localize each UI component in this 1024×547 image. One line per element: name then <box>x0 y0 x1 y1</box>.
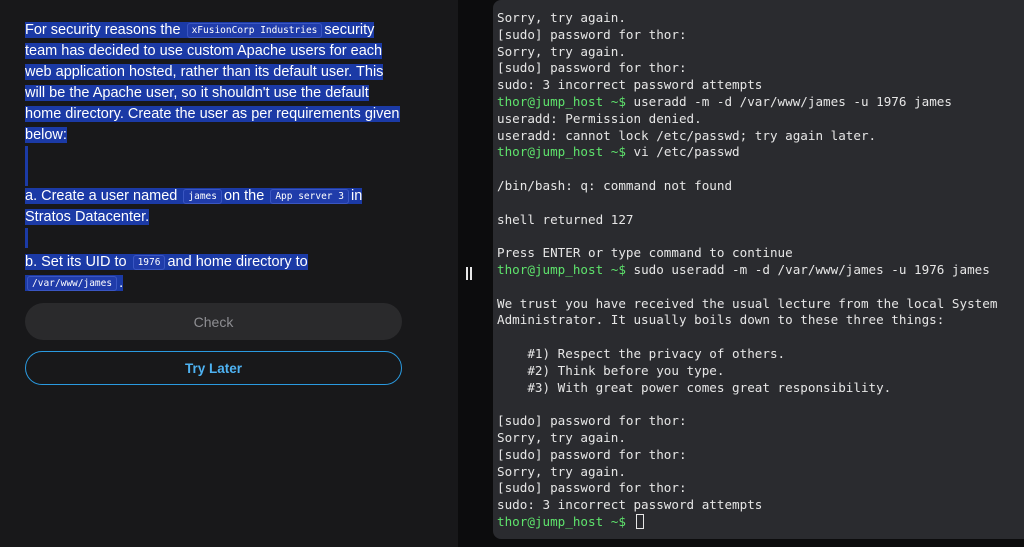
terminal-panel: Sorry, try again. [sudo] password for tho… <box>480 0 1024 547</box>
terminal-cursor <box>635 513 644 529</box>
req-a-text-2: on the <box>223 188 269 204</box>
terminal-line: #2) Think before you type. <box>497 362 725 378</box>
terminal-line: Sorry, try again. <box>497 43 626 59</box>
terminal-command-line: thor@jump_host ~$ vi /etc/passwd <box>497 144 1024 161</box>
terminal-line: useradd: cannot lock /etc/passwd; try ag… <box>497 127 877 143</box>
terminal-command-line: thor@jump_host ~$ sudo useradd -m -d /va… <box>497 262 1024 279</box>
grip-icon <box>466 267 472 280</box>
selection-gap <box>25 228 28 248</box>
terminal-line: Sorry, try again. <box>497 10 626 25</box>
terminal-command-line: thor@jump_host ~$ useradd -m -d /var/www… <box>497 94 1024 111</box>
server-code: App server 3 <box>270 189 349 204</box>
terminal-line: shell returned 127 <box>497 211 634 227</box>
terminal-line: sudo: 3 incorrect password attempts <box>497 77 763 93</box>
terminal-line: [sudo] password for thor: <box>497 446 687 462</box>
req-b-text-3: . <box>119 275 124 291</box>
home-dir-code: /var/www/james <box>27 276 118 291</box>
selection-gap <box>25 146 28 186</box>
intro-text-after: security team has decided to use custom … <box>25 22 400 143</box>
panel-resize-handle[interactable] <box>458 0 480 547</box>
task-panel: For security reasons the xFusionCorp Ind… <box>0 0 458 547</box>
terminal-line: We trust you have received the usual lec… <box>497 295 998 311</box>
requirement-a: a. Create a user named james on the App s… <box>25 186 405 228</box>
terminal-line: Administrator. It usually boils down to … <box>497 312 945 328</box>
terminal-line: sudo: 3 incorrect password attempts <box>497 497 763 513</box>
requirement-b: b. Set its UID to 1976 and home directory… <box>25 252 405 294</box>
req-b-text-1: b. Set its UID to <box>25 254 131 270</box>
terminal-line: [sudo] password for thor: <box>497 26 687 42</box>
terminal-prompt: thor@jump_host ~$ <box>497 261 626 277</box>
terminal-line: /bin/bash: q: command not found <box>497 177 733 193</box>
check-button[interactable]: Check <box>25 303 402 340</box>
terminal-prompt: thor@jump_host ~$ <box>497 513 626 529</box>
terminal-command: useradd -m -d /var/www/james -u 1976 jam… <box>625 93 952 109</box>
terminal-prompt: thor@jump_host ~$ <box>497 93 626 109</box>
task-description: For security reasons the xFusionCorp Ind… <box>25 20 405 294</box>
terminal-line: #3) With great power comes great respons… <box>497 379 892 395</box>
terminal-line: #1) Respect the privacy of others. <box>497 345 786 361</box>
terminal-command <box>626 514 634 529</box>
terminal-line: [sudo] password for thor: <box>497 413 687 429</box>
terminal-line: [sudo] password for thor: <box>497 60 687 76</box>
req-a-text-1: a. Create a user named <box>25 188 182 204</box>
terminal-command: sudo useradd -m -d /var/www/james -u 197… <box>625 261 990 277</box>
username-code: james <box>183 189 222 204</box>
terminal-line: [sudo] password for thor: <box>497 480 687 496</box>
try-later-button[interactable]: Try Later <box>25 351 402 385</box>
req-b-text-2: and home directory to <box>167 254 308 270</box>
terminal-command-line: thor@jump_host ~$ <box>497 513 1024 531</box>
terminal-line: Sorry, try again. <box>497 463 626 479</box>
company-code: xFusionCorp Industries <box>186 23 323 38</box>
terminal-output[interactable]: Sorry, try again. [sudo] password for tho… <box>493 0 1024 539</box>
terminal-line: Sorry, try again. <box>497 429 626 445</box>
terminal-prompt: thor@jump_host ~$ <box>497 144 626 160</box>
terminal-line: Press ENTER or type command to continue <box>497 245 793 261</box>
uid-code: 1976 <box>132 255 166 270</box>
intro-text-before: For security reasons the <box>25 22 185 38</box>
task-intro: For security reasons the xFusionCorp Ind… <box>25 22 400 143</box>
terminal-command: vi /etc/passwd <box>625 144 740 160</box>
terminal-line: useradd: Permission denied. <box>497 110 702 126</box>
